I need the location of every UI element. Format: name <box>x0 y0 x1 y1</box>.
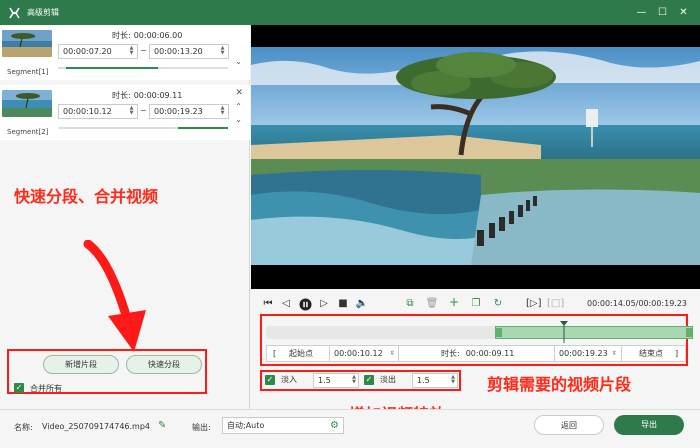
segment-panel: Segment[1] 时长: 00:00:06.00 00:00:07.20 ▲ ▼ … <box>0 25 250 409</box>
name-label: 名称: <box>14 423 33 432</box>
skip-to-start-icon[interactable]: ⏮ <box>261 298 275 309</box>
fade-out-input[interactable]: 1.5 ▲ ▼ <box>412 373 458 388</box>
trim-start-input[interactable]: 00:00:10.12 <box>334 346 383 361</box>
delete-icon[interactable]: 🗑 <box>425 298 439 309</box>
segment-end-input[interactable]: 00:00:13.20 ▲ ▼ <box>149 44 229 59</box>
stepper-icon[interactable]: ▲ ▼ <box>219 106 226 117</box>
copy-icon[interactable]: ❐ <box>469 298 483 309</box>
next-frame-icon[interactable]: ▷ <box>317 298 331 309</box>
close-button[interactable]: ✕ <box>673 7 694 18</box>
video-preview[interactable] <box>251 25 700 289</box>
segment-thumbnail <box>2 90 52 117</box>
output-select[interactable]: 自动;Auto ⚙ <box>222 417 344 434</box>
segment-end-input[interactable]: 00:00:19.23 ▲ ▼ <box>149 104 229 119</box>
stepper-icon[interactable]: ▲ ▼ <box>128 106 135 117</box>
end-point-button[interactable]: 结束点 <box>639 346 663 361</box>
segment-range-bar <box>58 67 228 69</box>
segment-item-2[interactable]: Segment[2] 时长: 00:00:09.11 00:00:10.12 ▲ ▼ … <box>0 85 250 140</box>
annotation-split-merge: 快速分段、合并视频 <box>14 187 159 206</box>
stepper-icon[interactable]: ▲ ▼ <box>128 46 135 57</box>
trim-end-handle[interactable] <box>686 328 692 337</box>
mark-in-icon[interactable]: [▷] <box>526 298 542 309</box>
trim-start-handle[interactable] <box>496 328 502 337</box>
editor-controls: ⏮ ◁ ▷ ■ 🔈 ⧉ 🗑 + ❐ ↻ [▷] [□] 00:00:14.05/… <box>251 289 700 424</box>
stepper-icon[interactable]: ⇳ <box>390 346 395 361</box>
play-pause-button[interactable] <box>298 298 312 314</box>
fast-split-button[interactable]: 快速分段 <box>126 355 202 374</box>
trim-timeline[interactable] <box>266 321 693 343</box>
segment-start-input[interactable]: 00:00:07.20 ▲ ▼ <box>58 44 138 59</box>
start-point-button[interactable]: 起始点 <box>289 346 313 361</box>
segment-label: Segment[1] <box>7 68 49 76</box>
stop-icon[interactable]: ■ <box>336 298 350 309</box>
window-title: 高级剪辑 <box>27 8 59 17</box>
app-logo-icon <box>7 6 21 20</box>
delete-segment-icon[interactable]: ✕ <box>235 88 243 98</box>
export-button[interactable]: 导出 <box>614 415 684 435</box>
split-icon[interactable]: ⧉ <box>403 298 417 309</box>
back-button[interactable]: 返回 <box>534 415 604 435</box>
footer-bar: 名称: Video_250709174746.mp4 ✎ 输出: 自动;Auto… <box>0 409 700 448</box>
annotation-arrow-icon <box>83 240 146 352</box>
segment-thumbnail <box>2 30 52 57</box>
move-up-icon[interactable]: ⌃ <box>235 102 242 111</box>
trim-end-input[interactable]: 00:00:19.23 <box>559 346 608 361</box>
volume-icon[interactable]: 🔈 <box>355 298 369 309</box>
stepper-icon[interactable]: ⇳ <box>612 346 617 361</box>
trim-duration: 时长: 00:00:09.11 <box>441 349 515 358</box>
move-down-icon[interactable]: ⌄ <box>235 57 242 66</box>
merge-all-label: 合并所有 <box>30 384 62 393</box>
title-bar: 高级剪辑 — ☐ ✕ <box>0 0 700 25</box>
fade-in-input[interactable]: 1.5 ▲ ▼ <box>313 373 359 388</box>
mark-out-icon[interactable]: [□] <box>547 298 564 309</box>
playback-time: 00:00:14.05/00:00:19.23 <box>587 299 687 308</box>
playhead-icon[interactable] <box>560 321 568 343</box>
gear-icon[interactable]: ⚙ <box>330 418 339 433</box>
fade-out-label: 淡出 <box>380 375 396 384</box>
stepper-icon[interactable]: ▲ ▼ <box>352 375 356 385</box>
segment-start-input[interactable]: 00:00:10.12 ▲ ▼ <box>58 104 138 119</box>
segment-label: Segment[2] <box>7 128 49 136</box>
annotation-clip-segment: 剪辑需要的视频片段 <box>487 375 632 394</box>
trim-time-row: [ 起始点 00:00:10.12 ⇳ 时长: 00:00:09.11 00:00… <box>266 345 686 362</box>
prev-frame-icon[interactable]: ◁ <box>279 298 293 309</box>
minimize-button[interactable]: — <box>631 7 652 18</box>
add-icon[interactable]: + <box>447 295 461 309</box>
add-segment-button[interactable]: 新增片段 <box>43 355 119 374</box>
merge-all-checkbox[interactable]: ✓ <box>14 383 24 393</box>
maximize-button[interactable]: ☐ <box>652 7 673 18</box>
segment-item-1[interactable]: Segment[1] 时长: 00:00:06.00 00:00:07.20 ▲ ▼ … <box>0 25 250 80</box>
file-name: Video_250709174746.mp4 <box>42 422 150 431</box>
segment-duration: 时长: 00:00:09.11 <box>112 91 183 100</box>
segment-duration: 时长: 00:00:06.00 <box>112 31 183 40</box>
edit-name-icon[interactable]: ✎ <box>158 420 166 431</box>
trim-selection[interactable] <box>495 326 693 339</box>
move-down-icon[interactable]: ⌄ <box>235 115 242 124</box>
output-label: 输出: <box>192 423 211 432</box>
fade-in-checkbox[interactable]: ✓ <box>265 375 275 385</box>
range-dash <box>141 110 146 111</box>
fade-out-checkbox[interactable]: ✓ <box>364 375 374 385</box>
range-dash <box>141 50 146 51</box>
reset-icon[interactable]: ↻ <box>491 298 505 309</box>
fade-in-label: 淡入 <box>281 375 297 384</box>
segment-range-bar <box>58 127 228 129</box>
stepper-icon[interactable]: ▲ ▼ <box>219 46 226 57</box>
stepper-icon[interactable]: ▲ ▼ <box>451 375 455 385</box>
